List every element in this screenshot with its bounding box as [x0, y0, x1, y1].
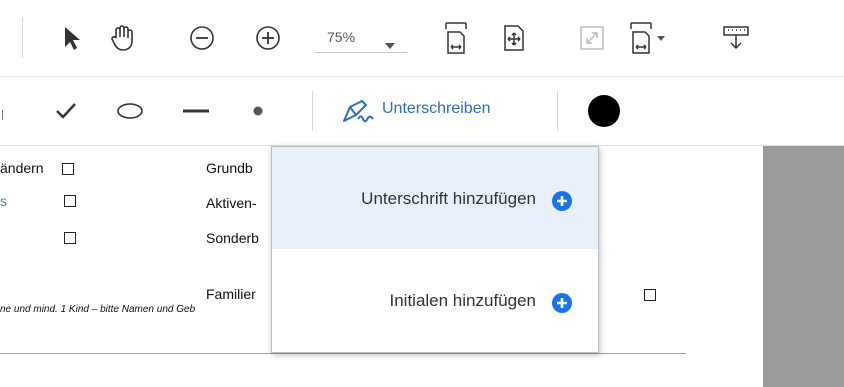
doc-text: ändern	[0, 160, 44, 176]
fit-width-icon	[444, 21, 468, 55]
sign-toolbar: Unterschreiben	[0, 77, 844, 146]
doc-footnote: ne und mind. 1 Kind – bitte Namen und Ge…	[0, 304, 196, 315]
fit-page-icon	[502, 24, 526, 52]
sign-dropdown-menu: Unterschrift hinzufügen Initialen hinzuf…	[271, 146, 599, 353]
read-mode-button[interactable]	[718, 16, 754, 60]
zoom-value: 75%	[327, 29, 356, 45]
form-checkbox[interactable]	[62, 163, 74, 175]
zoom-select[interactable]: 75%	[315, 24, 407, 53]
plus-circle-icon	[552, 293, 572, 313]
zoom-in-button[interactable]	[250, 16, 286, 60]
doc-text: Grundb	[206, 160, 253, 176]
full-screen-icon	[579, 25, 605, 51]
form-checkbox[interactable]	[64, 232, 76, 244]
scroll-mode-button[interactable]	[622, 16, 672, 60]
add-signature-label: Unterschrift hinzufügen	[361, 189, 536, 208]
checkmark-tool-button[interactable]	[48, 89, 84, 133]
chevron-down-icon	[657, 35, 665, 41]
color-picker-swatch[interactable]	[588, 95, 620, 127]
cursor-arrow-icon	[62, 25, 82, 51]
ellipse-tool-button[interactable]	[112, 89, 148, 133]
doc-text: s	[0, 193, 7, 209]
doc-text: Familier	[206, 286, 256, 302]
sign-button[interactable]: Unterschreiben	[328, 91, 533, 131]
form-line	[0, 353, 686, 354]
keyboard-download-icon	[722, 25, 750, 51]
add-initials-menu-item[interactable]: Initialen hinzufügen	[272, 249, 598, 351]
ellipse-icon	[116, 102, 144, 120]
fit-page-button[interactable]	[496, 16, 532, 60]
toolbar-overflow-edge	[1, 105, 8, 120]
zoom-out-icon	[189, 25, 215, 51]
hand-tool-button[interactable]	[104, 16, 140, 60]
add-signature-menu-item[interactable]: Unterschrift hinzufügen	[272, 147, 598, 249]
form-checkbox[interactable]	[64, 195, 76, 207]
toolbar-divider	[22, 18, 23, 58]
form-checkbox[interactable]	[644, 289, 656, 301]
select-tool-button[interactable]	[54, 16, 90, 60]
line-tool-button[interactable]	[178, 89, 214, 133]
checkmark-icon	[55, 102, 77, 120]
fit-width-button[interactable]	[438, 16, 474, 60]
add-initials-label: Initialen hinzufügen	[389, 291, 536, 310]
full-screen-button[interactable]	[574, 16, 610, 60]
zoom-out-button[interactable]	[184, 16, 220, 60]
doc-text: Aktiven-	[206, 195, 257, 211]
sign-button-label: Unterschreiben	[382, 100, 491, 117]
fit-width-icon	[629, 21, 653, 55]
chevron-down-icon	[385, 34, 395, 53]
dot-icon	[253, 106, 263, 116]
toolbar-divider	[557, 91, 558, 131]
dot-tool-button[interactable]	[240, 89, 276, 133]
signature-pen-icon	[340, 97, 376, 129]
toolbar-divider	[312, 91, 313, 131]
doc-text: Sonderb	[206, 230, 259, 246]
hand-icon	[109, 24, 135, 52]
top-toolbar: 75%	[0, 0, 844, 77]
plus-circle-icon	[552, 191, 572, 211]
line-icon	[182, 108, 210, 114]
zoom-in-icon	[255, 25, 281, 51]
viewer-gutter	[763, 146, 844, 387]
